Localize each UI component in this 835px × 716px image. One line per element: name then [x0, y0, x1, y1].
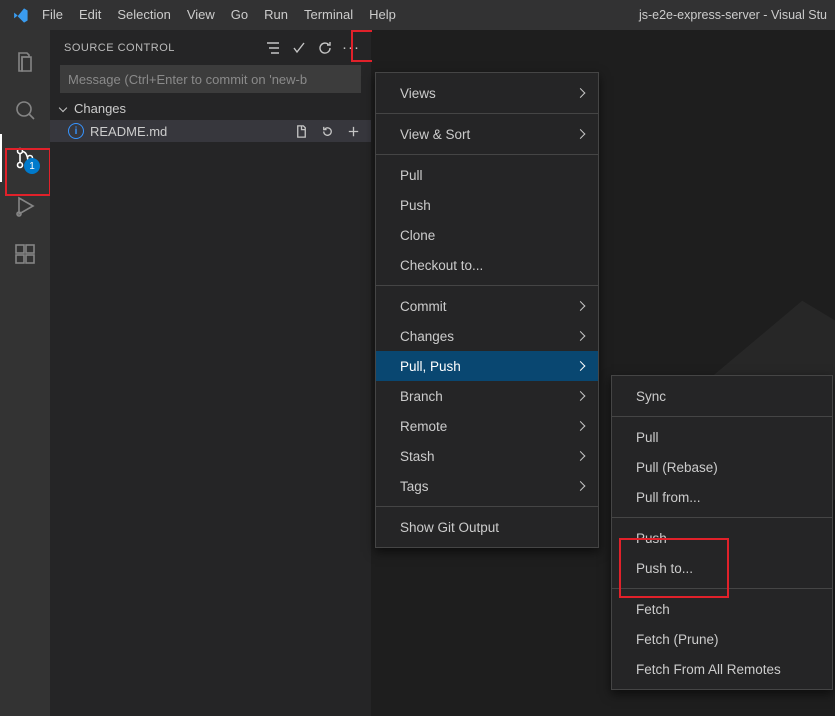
stage-plus-icon[interactable] — [343, 124, 363, 139]
menu-changes[interactable]: Changes — [376, 321, 598, 351]
menubar-run[interactable]: Run — [256, 0, 296, 30]
submenu-fetch[interactable]: Fetch — [612, 594, 832, 624]
window-title: js-e2e-express-server - Visual Stu — [404, 8, 829, 22]
commit-message-input[interactable]: Message (Ctrl+Enter to commit on 'new-b — [60, 65, 361, 93]
menu-show-git-output[interactable]: Show Git Output — [376, 512, 598, 542]
menu-stash[interactable]: Stash — [376, 441, 598, 471]
menu-pull-push[interactable]: Pull, Push — [376, 351, 598, 381]
menu-remote[interactable]: Remote — [376, 411, 598, 441]
menubar-view[interactable]: View — [179, 0, 223, 30]
menu-branch[interactable]: Branch — [376, 381, 598, 411]
submenu-pull-rebase[interactable]: Pull (Rebase) — [612, 452, 832, 482]
search-icon[interactable] — [0, 86, 50, 134]
menubar-file[interactable]: File — [34, 0, 71, 30]
vscode-logo-icon — [6, 7, 34, 24]
changes-label: Changes — [74, 101, 126, 116]
source-control-icon[interactable]: 1 — [0, 134, 50, 182]
menu-checkout[interactable]: Checkout to... — [376, 250, 598, 280]
source-control-panel: SOURCE CONTROL ··· Message (Ctrl+Enter t… — [50, 30, 372, 716]
menubar-edit[interactable]: Edit — [71, 0, 109, 30]
submenu-push[interactable]: Push — [612, 523, 832, 553]
scm-more-actions-menu: Views View & Sort Pull Push Clone Checko… — [375, 72, 599, 548]
menubar-help[interactable]: Help — [361, 0, 404, 30]
changed-file-row[interactable]: i README.md — [50, 120, 371, 142]
panel-title: SOURCE CONTROL — [64, 42, 261, 54]
panel-header: SOURCE CONTROL ··· — [50, 30, 371, 65]
menubar-go[interactable]: Go — [223, 0, 256, 30]
pull-push-submenu: Sync Pull Pull (Rebase) Pull from... Pus… — [611, 375, 833, 690]
discard-icon[interactable] — [317, 124, 337, 139]
submenu-fetch-prune[interactable]: Fetch (Prune) — [612, 624, 832, 654]
menu-view-sort[interactable]: View & Sort — [376, 119, 598, 149]
menu-commit[interactable]: Commit — [376, 291, 598, 321]
menu-clone[interactable]: Clone — [376, 220, 598, 250]
changes-section-header[interactable]: Changes — [50, 97, 371, 120]
more-actions-icon[interactable]: ··· — [339, 36, 363, 60]
menubar-terminal[interactable]: Terminal — [296, 0, 361, 30]
submenu-sync[interactable]: Sync — [612, 381, 832, 411]
menu-views[interactable]: Views — [376, 78, 598, 108]
chevron-down-icon — [59, 103, 67, 111]
file-name: README.md — [90, 124, 167, 139]
refresh-icon[interactable] — [313, 36, 337, 60]
extensions-icon[interactable] — [0, 230, 50, 278]
activity-bar: 1 — [0, 30, 50, 716]
menu-tags[interactable]: Tags — [376, 471, 598, 501]
menubar-selection[interactable]: Selection — [109, 0, 178, 30]
open-file-icon[interactable] — [291, 124, 311, 139]
menu-push[interactable]: Push — [376, 190, 598, 220]
submenu-pull-from[interactable]: Pull from... — [612, 482, 832, 512]
commit-check-icon[interactable] — [287, 36, 311, 60]
explorer-icon[interactable] — [0, 38, 50, 86]
submenu-push-to[interactable]: Push to... — [612, 553, 832, 583]
submenu-fetch-all[interactable]: Fetch From All Remotes — [612, 654, 832, 684]
submenu-pull[interactable]: Pull — [612, 422, 832, 452]
run-debug-icon[interactable] — [0, 182, 50, 230]
menubar: File Edit Selection View Go Run Terminal… — [0, 0, 835, 30]
scm-badge: 1 — [24, 158, 40, 174]
menu-pull[interactable]: Pull — [376, 160, 598, 190]
view-as-tree-icon[interactable] — [261, 36, 285, 60]
info-icon: i — [68, 123, 84, 139]
